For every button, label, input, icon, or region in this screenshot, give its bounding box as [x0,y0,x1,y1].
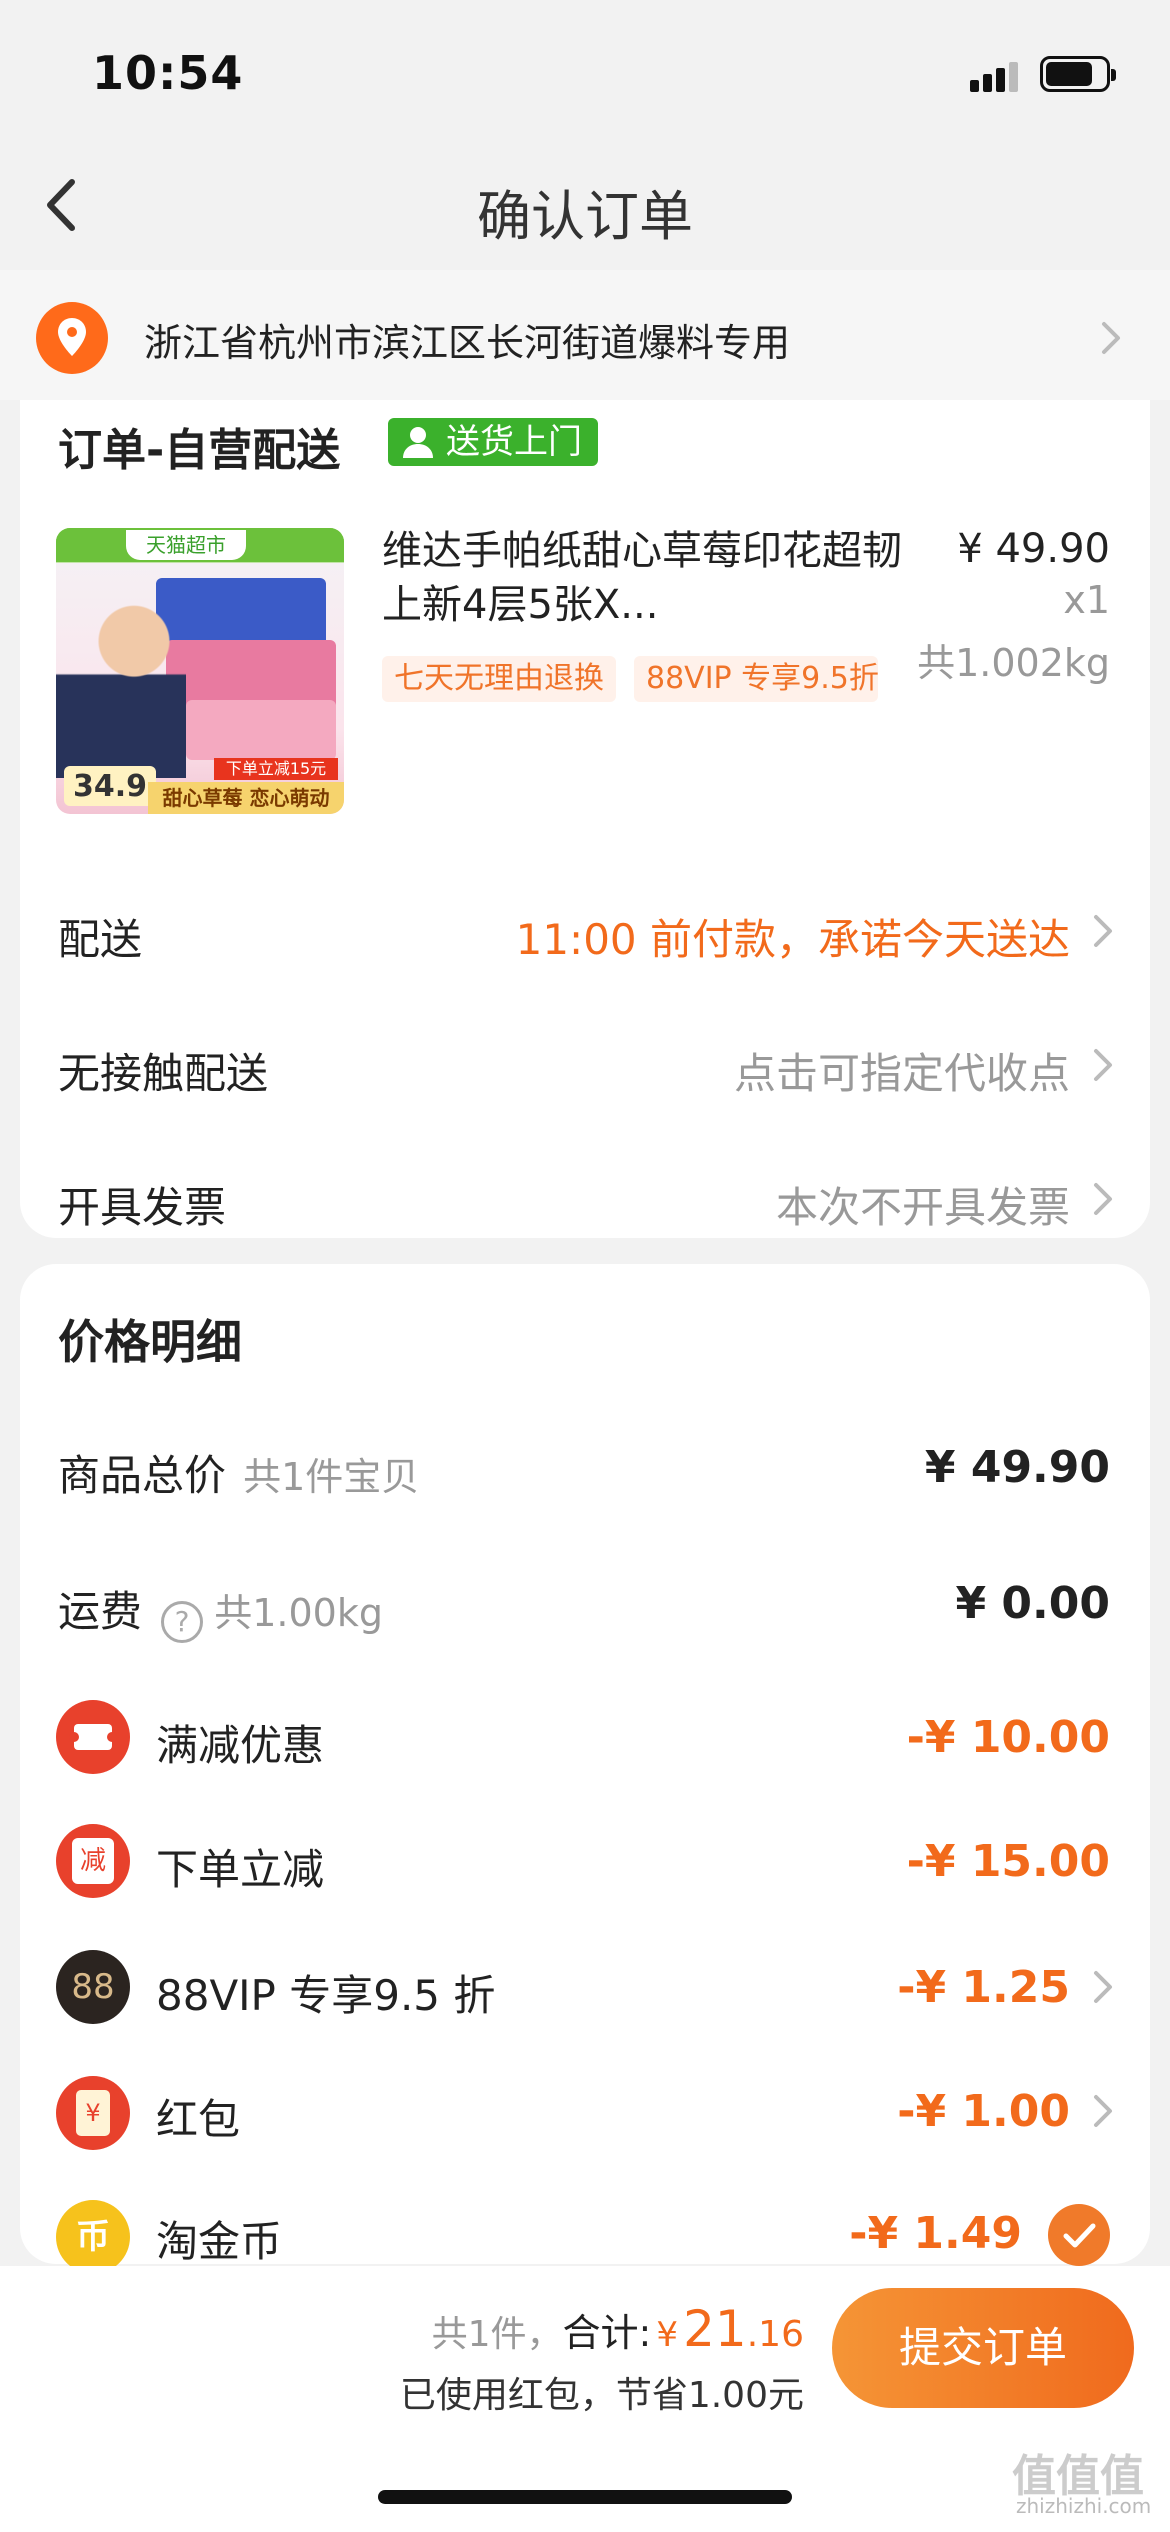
row-label: 配送 [58,915,143,964]
image-discount-label: 下单立减15元 [214,758,338,780]
taojinbi-checkbox[interactable] [1048,2204,1110,2266]
signal-icon [970,60,1022,92]
total-decimal: .16 [746,2314,804,2355]
red-envelope-label: 红包 [156,2095,241,2144]
product-price: ¥ 49.90 [957,526,1110,572]
endorser-image [56,588,186,778]
chevron-right-icon [1096,318,1126,358]
instant-discount-label: 下单立减 [156,1845,325,1894]
row-value: 点击可指定代收点 [733,1049,1070,1098]
image-slogan: 甜心草莓 恋心萌动 [148,782,344,814]
address-bar[interactable]: 浙江省杭州市滨江区长河街道爆料专用 [0,270,1170,400]
total-summary: 共1件，合计: ¥ 21.16 [432,2300,804,2358]
chevron-right-icon [1090,1180,1116,1218]
product-image[interactable]: 天猫超市 下单立减15元 34.9 甜心草莓 恋心萌动 [56,528,344,814]
saved-amount-text: 已使用红包，节省1.00元 [399,2375,804,2416]
address-text: 浙江省杭州市滨江区长河街道爆料专用 [144,321,791,365]
row-label: 开具发票 [58,1183,227,1232]
ticket-icon [56,1700,130,1774]
contactless-delivery-row[interactable]: 无接触配送 点击可指定代收点 [20,1020,1150,1110]
goods-total-value: ¥ 49.90 [924,1442,1110,1493]
currency-symbol: ¥ [656,2315,679,2355]
chevron-right-icon [1090,1968,1116,2006]
image-price: 34.9 [64,766,156,806]
instant-discount-value: -¥ 15.00 [906,1836,1110,1887]
shipping-value: ¥ 0.00 [955,1578,1111,1629]
goods-total-label-group: 商品总价 共1件宝贝 [58,1442,419,1503]
submit-order-button[interactable]: 提交订单 [832,2288,1134,2408]
taojinbi-label: 淘金币 [156,2217,283,2266]
red-envelope-icon: ¥ [56,2076,130,2150]
chevron-right-icon [1090,912,1116,950]
row-value: 本次不开具发票 [775,1183,1070,1232]
battery-icon [1040,56,1116,92]
page-title: 确认订单 [477,185,693,248]
taojinbi-value: -¥ 1.49 [849,2208,1022,2259]
location-pin-icon [36,302,108,374]
row-value: 11:00 前付款，承诺今天送达 [515,915,1070,964]
help-icon[interactable]: ? [161,1600,204,1643]
watermark-site: zhizhizhi.com [1016,2494,1152,2518]
vip-discount-value[interactable]: -¥ 1.25 [897,1962,1070,2013]
delivery-time-row[interactable]: 配送 11:00 前付款，承诺今天送达 [20,886,1150,976]
vip-discount-label: 88VIP 专享9.5 折 [156,1971,496,2020]
vip-discount-tag: 88VIP 专享9.5折 [634,656,878,702]
vip88-icon: 88 [56,1950,130,2024]
red-envelope-value[interactable]: -¥ 1.00 [897,2086,1070,2137]
row-label: 无接触配送 [58,1049,269,1098]
price-detail-title: 价格明细 [58,1315,242,1369]
status-time: 10:54 [92,46,244,100]
return-policy-tag: 七天无理由退换 [382,656,616,702]
goods-total-label: 商品总价 [58,1451,227,1500]
chevron-right-icon [1090,1046,1116,1084]
product-quantity: x1 [1063,578,1110,622]
shipping-weight: 共1.00kg [214,1591,383,1635]
invoice-row[interactable]: 开具发票 本次不开具发票 [20,1154,1150,1244]
person-icon [400,424,436,460]
home-indicator [378,2490,792,2504]
goods-count: 共1件宝贝 [243,1455,420,1499]
coin-icon: 币 [56,2200,130,2274]
jian-icon: 减 [56,1824,130,1898]
delivery-badge: 送货上门 [388,418,598,466]
product-name[interactable]: 维达手帕纸甜心草莓印花超韧上新4层5张X... [382,524,902,632]
chevron-right-icon [1090,2092,1116,2130]
total-integer: 21 [683,2300,747,2358]
order-title: 订单-自营配送 [58,425,341,476]
tmall-supermarket-tag: 天猫超市 [126,530,246,560]
product-weight: 共1.002kg [917,641,1110,685]
price-detail-card: 价格明细 商品总价 共1件宝贝 ¥ 49.90 运费 ? 共1.00kg ¥ 0… [20,1264,1150,2274]
full-reduction-value: -¥ 10.00 [906,1712,1110,1763]
item-count: 共1件， [431,2314,563,2355]
delivery-badge-label: 送货上门 [446,422,582,462]
full-reduction-label: 满减优惠 [156,1721,325,1770]
shipping-label: 运费 [58,1587,143,1636]
shipping-label-group: 运费 ? 共1.00kg [58,1578,383,1643]
total-label: 合计: [562,2311,652,2355]
order-card: 订单-自营配送 送货上门 天猫超市 下单立减15元 34.9 甜心草莓 恋心萌动… [20,400,1150,1238]
